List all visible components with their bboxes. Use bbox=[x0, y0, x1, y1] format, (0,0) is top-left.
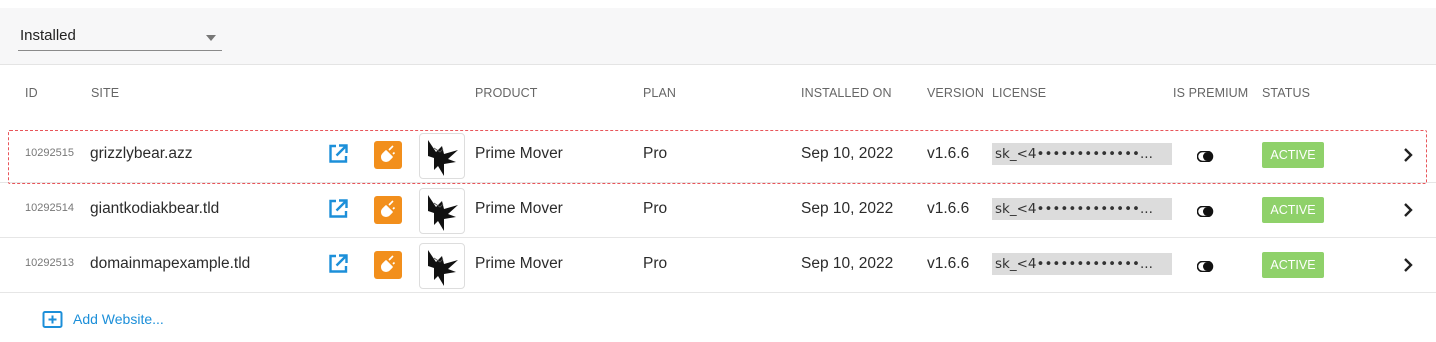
col-status[interactable]: STATUS bbox=[1262, 86, 1310, 100]
site-name: grizzlybear.azz bbox=[90, 145, 193, 162]
version: v1.6.6 bbox=[927, 145, 970, 162]
installed-on-date: Sep 10, 2022 bbox=[801, 200, 894, 217]
prime-mover-logo bbox=[419, 133, 465, 179]
install-id: 10292513 bbox=[25, 257, 74, 269]
product-name: Prime Mover bbox=[475, 145, 563, 162]
status-badge: ACTIVE bbox=[1262, 197, 1324, 223]
status-badge: ACTIVE bbox=[1262, 142, 1324, 168]
license-key[interactable]: sk_<4•••••••••••••... bbox=[992, 253, 1172, 275]
filter-bar: Installed bbox=[0, 8, 1436, 65]
col-is-premium[interactable]: IS PREMIUM bbox=[1173, 86, 1248, 100]
table-row[interactable]: 10292514 giantkodiakbear.tld Prime Mover Pr… bbox=[0, 183, 1436, 238]
product-name: Prime Mover bbox=[475, 255, 563, 272]
add-square-icon bbox=[42, 311, 63, 328]
install-id: 10292514 bbox=[25, 202, 74, 214]
plan-name: Pro bbox=[643, 200, 668, 217]
site-name: giantkodiakbear.tld bbox=[90, 200, 220, 217]
caret-down-icon bbox=[206, 35, 216, 41]
status-badge: ACTIVE bbox=[1262, 252, 1324, 278]
premium-toggle-icon bbox=[1196, 259, 1217, 273]
product-name: Prime Mover bbox=[475, 200, 563, 217]
premium-toggle-icon bbox=[1196, 204, 1217, 218]
external-link-icon[interactable] bbox=[327, 253, 349, 275]
status-filter-select[interactable]: Installed bbox=[18, 18, 222, 51]
plan-name: Pro bbox=[643, 255, 668, 272]
prime-mover-logo bbox=[419, 243, 465, 289]
version: v1.6.6 bbox=[927, 255, 970, 272]
plugin-icon[interactable] bbox=[374, 141, 402, 169]
license-key[interactable]: sk_<4•••••••••••••... bbox=[992, 198, 1172, 220]
external-link-icon[interactable] bbox=[327, 143, 349, 165]
premium-toggle-icon bbox=[1196, 149, 1217, 163]
col-installed-on[interactable]: INSTALLED ON bbox=[801, 86, 892, 100]
installed-on-date: Sep 10, 2022 bbox=[801, 255, 894, 272]
installed-on-date: Sep 10, 2022 bbox=[801, 145, 894, 162]
version: v1.6.6 bbox=[927, 200, 970, 217]
col-id[interactable]: ID bbox=[25, 86, 38, 100]
status-filter-value: Installed bbox=[20, 27, 76, 44]
plan-name: Pro bbox=[643, 145, 668, 162]
table-row[interactable]: 10292515 grizzlybear.azz Prime Mover Pro Sep… bbox=[0, 128, 1436, 183]
col-license[interactable]: LICENSE bbox=[992, 86, 1046, 100]
install-id: 10292515 bbox=[25, 147, 74, 159]
prime-mover-logo bbox=[419, 188, 465, 234]
chevron-right-icon[interactable] bbox=[1400, 201, 1416, 219]
table-row[interactable]: 10292513 domainmapexample.tld Prime Mover P… bbox=[0, 238, 1436, 293]
col-plan[interactable]: PLAN bbox=[643, 86, 676, 100]
col-site[interactable]: SITE bbox=[91, 86, 119, 100]
plugin-icon[interactable] bbox=[374, 251, 402, 279]
col-version[interactable]: VERSION bbox=[927, 86, 984, 100]
license-key[interactable]: sk_<4•••••••••••••... bbox=[992, 143, 1172, 165]
add-website-label: Add Website... bbox=[73, 311, 164, 327]
site-name: domainmapexample.tld bbox=[90, 255, 251, 272]
col-product[interactable]: PRODUCT bbox=[475, 86, 538, 100]
plugin-icon[interactable] bbox=[374, 196, 402, 224]
external-link-icon[interactable] bbox=[327, 198, 349, 220]
chevron-right-icon[interactable] bbox=[1400, 146, 1416, 164]
chevron-right-icon[interactable] bbox=[1400, 256, 1416, 274]
